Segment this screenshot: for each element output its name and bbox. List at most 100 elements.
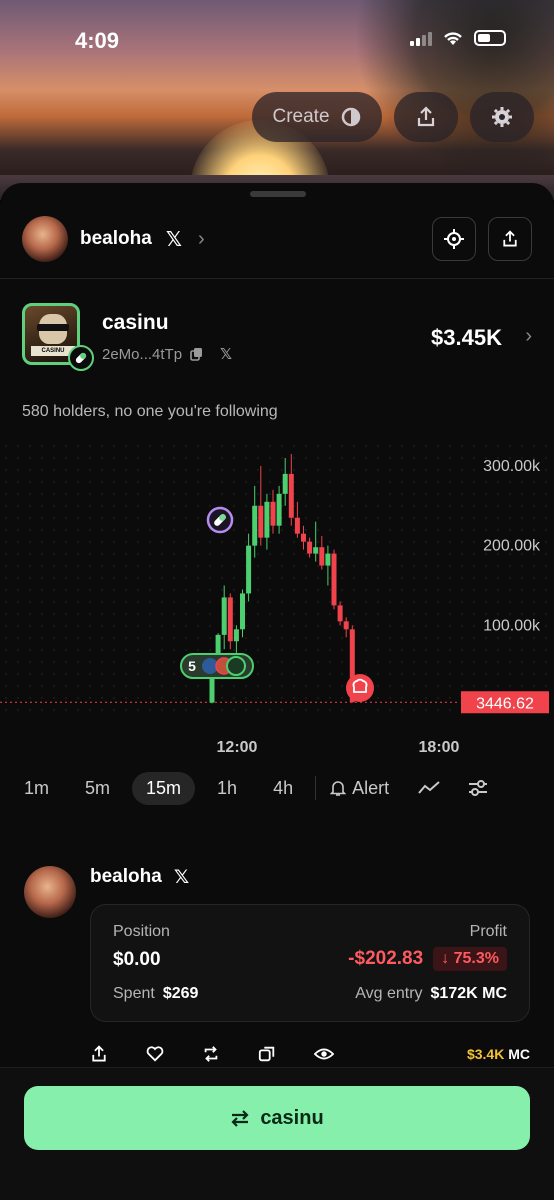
coin-address[interactable]: 2eMo...4tTp 𝕏 [102,345,232,364]
x-tick-label: 18:00 [419,739,460,756]
x-tick-label: 12:00 [217,739,258,756]
quote-icon[interactable] [258,1045,276,1063]
alert-label: Alert [352,777,390,798]
profit-label: Profit [469,923,507,940]
market-cap: $3.45K [431,325,502,350]
trader-avatar [24,866,76,918]
chevron-right-icon: › [525,325,532,347]
coin-name: casinu [102,311,169,334]
candle-body [313,547,319,554]
candle-body [294,517,300,534]
trader-avatar-row[interactable] [24,866,76,918]
candle-body [270,501,276,526]
eye-icon[interactable] [314,1046,334,1062]
pill-icon [68,345,94,371]
alert-button[interactable]: Alert [330,778,389,799]
candle-body [276,493,282,526]
mc-suffix: MC [508,1046,530,1062]
settings-button[interactable] [470,92,534,142]
x-logo-icon[interactable]: 𝕏 [166,227,182,252]
holders-text: 580 holders, no one you're following [22,403,278,420]
avg-entry-label: Avg entry [355,985,423,1002]
timeframe-tabs: 1m 5m 15m 1h 4h [10,771,315,805]
mc-value: $3.4K [466,1046,505,1062]
sell-marker-icon [346,674,374,702]
locate-button[interactable] [432,217,476,261]
divider [0,278,554,279]
profit-percent-badge: ↓ 75.3% [433,947,507,971]
trader-header[interactable]: bealoha 𝕏 [90,866,189,889]
position-card[interactable]: Position $0.00 Profit -$202.83 ↓ 75.3% S… [90,904,530,1022]
cellular-signal-icon [410,30,432,46]
candle-body [319,547,325,566]
candle-body [227,597,233,642]
candle-body [288,473,294,518]
timeframe-tab[interactable]: 4h [259,772,307,805]
chef-hat-icon [226,656,246,676]
candle-body [221,597,227,635]
avg-entry-group: Avg entry $172K MC [355,985,507,1003]
candle-body [301,533,306,542]
candle-body [337,605,343,622]
heart-icon[interactable] [146,1045,164,1063]
x-logo-icon[interactable]: 𝕏 [220,345,232,363]
y-tick-label: 200.00k [483,538,541,555]
current-price-value: 3446.62 [476,695,534,712]
share-icon [417,106,435,127]
create-button[interactable]: Create [252,92,382,142]
coin-row[interactable]: CASINU casinu 2eMo...4tTp 𝕏 $3.45K › [22,303,532,373]
repost-icon[interactable] [202,1045,220,1063]
timeframe-tab[interactable]: 1m [10,772,63,805]
avg-entry-value: $172K MC [430,985,507,1002]
share-button[interactable] [394,92,458,142]
trade-button-label: casinu [260,1106,324,1129]
sheet-handle[interactable] [250,191,306,197]
top-actions: Create [252,92,534,142]
spent-value: $269 [162,985,199,1002]
create-label: Create [272,106,330,127]
timeframe-tab[interactable]: 15m [132,771,196,805]
gear-icon [492,107,512,127]
status-icons [410,30,506,46]
share-icon[interactable] [90,1045,108,1063]
candle-body [240,593,245,630]
candle-body [264,501,270,538]
market-cap-snapshot: $3.4K MC [467,1046,530,1062]
y-tick-label: 100.00k [483,617,541,634]
post-actions-row: $3.4K MC [90,1042,530,1066]
position-label: Position [113,923,170,940]
creator-name: bealoha [80,228,152,249]
creator-row[interactable]: bealoha 𝕏 › [22,213,532,265]
candle-body [343,621,349,630]
crosshair-icon [444,229,464,249]
candlestick-svg: 300.00k 200.00k 100.00k 12:00 18:00 3446.62 5 [0,453,549,756]
share-icon [503,230,517,247]
x-logo-icon[interactable]: 𝕏 [174,866,189,889]
timeframe-tab[interactable]: 5m [71,772,124,805]
candle-body [325,553,331,566]
coin-address-text: 2eMo...4tTp [102,345,183,363]
trader-name: bealoha [90,866,162,887]
spent-label: Spent [113,985,155,1002]
sliders-icon[interactable] [467,778,489,798]
price-chart[interactable]: 300.00k 200.00k 100.00k 12:00 18:00 3446.62 5 [0,440,554,770]
candle-body [282,473,288,494]
trade-button[interactable]: casinu [24,1086,530,1150]
candle-body [252,505,258,546]
candle-body [258,505,264,538]
wifi-icon [444,32,462,45]
position-value: $0.00 [113,949,161,970]
creator-share-button[interactable] [488,217,532,261]
profit-value: -$202.83 [348,948,424,969]
line-chart-icon[interactable] [417,779,441,797]
timeframe-tab[interactable]: 1h [203,772,251,805]
candle-body [307,541,313,554]
battery-icon [474,30,506,46]
profit-group: -$202.83 ↓ 75.3% [348,947,507,971]
timeframe-row: 1m 5m 15m 1h 4h Alert [10,768,534,808]
copy-icon[interactable] [190,347,204,361]
spinner-icon [341,107,360,127]
spent-group: Spent $269 [113,985,198,1003]
bell-icon [330,781,347,796]
swap-icon [231,1110,249,1127]
